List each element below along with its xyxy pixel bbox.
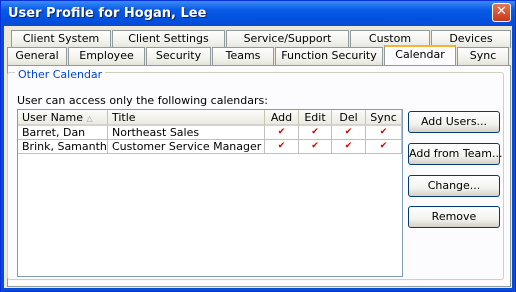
title-bar[interactable]: User Profile for Hogan, Lee ✕ bbox=[1, 1, 515, 26]
table-row-title[interactable]: Northeast Sales bbox=[108, 126, 265, 140]
sort-ascending-icon: △ bbox=[86, 114, 93, 123]
add-check-icon[interactable]: ✔ bbox=[265, 126, 299, 140]
close-icon[interactable]: ✕ bbox=[492, 3, 511, 22]
column-header-add[interactable]: Add bbox=[265, 110, 299, 126]
table-row-user-name[interactable]: Brink, Samantha bbox=[18, 140, 108, 154]
column-label-user-name: User Name bbox=[22, 111, 84, 124]
sync-check-icon[interactable]: ✔ bbox=[366, 140, 402, 154]
table-row-title[interactable]: Customer Service Manager bbox=[108, 140, 265, 154]
dialog-window: User Profile for Hogan, Lee ✕ Client Sys… bbox=[0, 0, 516, 292]
window-frame-right bbox=[512, 26, 515, 292]
column-header-title[interactable]: Title bbox=[108, 110, 265, 126]
del-check-icon[interactable]: ✔ bbox=[332, 126, 366, 140]
change-button[interactable]: Change... bbox=[408, 175, 500, 197]
tab-client-system[interactable]: Client System bbox=[11, 30, 111, 48]
tab-general[interactable]: General bbox=[7, 47, 67, 65]
tab-employee[interactable]: Employee bbox=[68, 47, 145, 65]
column-header-user-name[interactable]: User Name △ bbox=[18, 110, 108, 126]
add-users-button[interactable]: Add Users... bbox=[408, 111, 500, 133]
calendar-list[interactable]: User Name △ Title Add Edit Del Sync Barr… bbox=[17, 109, 403, 277]
sync-check-icon[interactable]: ✔ bbox=[366, 126, 402, 140]
column-header-del[interactable]: Del bbox=[332, 110, 366, 126]
table-row-user-name[interactable]: Barret, Dan bbox=[18, 126, 108, 140]
column-header-edit[interactable]: Edit bbox=[299, 110, 332, 126]
tab-function-security[interactable]: Function Security bbox=[275, 47, 383, 65]
tab-service-support[interactable]: Service/Support bbox=[226, 30, 349, 48]
window-frame-bottom bbox=[1, 288, 515, 291]
del-check-icon[interactable]: ✔ bbox=[332, 140, 366, 154]
window-title: User Profile for Hogan, Lee bbox=[8, 6, 207, 21]
edit-check-icon[interactable]: ✔ bbox=[299, 140, 332, 154]
group-description: User can access only the following calen… bbox=[17, 94, 268, 107]
tab-calendar[interactable]: Calendar bbox=[384, 45, 456, 65]
edit-check-icon[interactable]: ✔ bbox=[299, 126, 332, 140]
window-frame-left bbox=[1, 26, 4, 292]
tab-client-settings[interactable]: Client Settings bbox=[112, 30, 225, 48]
remove-button[interactable]: Remove bbox=[408, 206, 500, 228]
group-title: Other Calendar bbox=[15, 68, 106, 81]
tab-sync[interactable]: Sync bbox=[457, 47, 509, 65]
tab-teams[interactable]: Teams bbox=[212, 47, 274, 65]
add-from-team-button[interactable]: Add from Team... bbox=[408, 143, 502, 165]
add-check-icon[interactable]: ✔ bbox=[265, 140, 299, 154]
column-header-sync[interactable]: Sync bbox=[366, 110, 402, 126]
tab-security[interactable]: Security bbox=[146, 47, 211, 65]
